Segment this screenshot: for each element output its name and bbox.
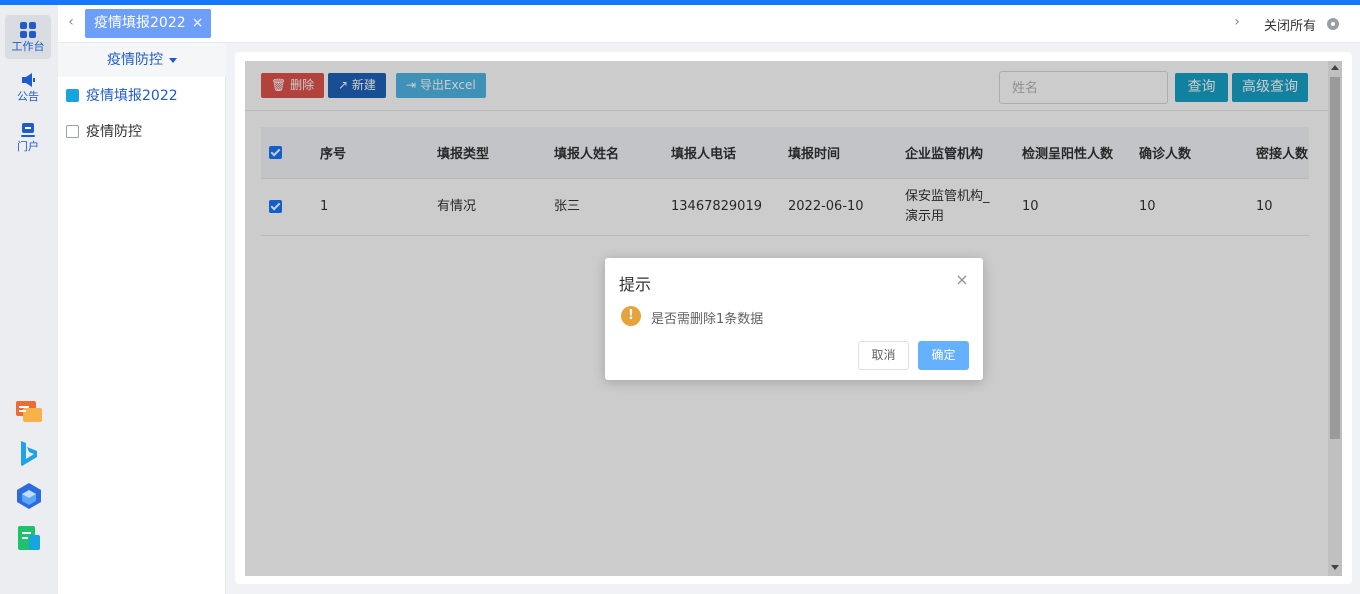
secondary-nav: 疫情防控 疫情填报2022 疫情防控 xyxy=(58,43,226,594)
doc-app-icon[interactable] xyxy=(14,523,44,553)
subnav-item-epidemic-report-2022[interactable]: 疫情填报2022 xyxy=(66,81,224,111)
portal-icon xyxy=(21,123,35,137)
chat-app-icon[interactable] xyxy=(14,397,44,427)
subnav-item-epidemic-control[interactable]: 疫情防控 xyxy=(66,117,224,147)
cube-app-icon[interactable] xyxy=(14,481,44,511)
confirm-button[interactable]: 确定 xyxy=(918,341,969,370)
tab-label: 疫情填报2022 xyxy=(94,15,186,31)
megaphone-icon xyxy=(22,73,35,87)
rail-item-workbench[interactable]: 工作台 xyxy=(5,15,51,59)
tab-scroll-left-icon[interactable]: ‹ xyxy=(64,14,78,34)
dialog-message: 是否需删除1条数据 xyxy=(651,312,764,327)
rail-item-label: 门户 xyxy=(17,140,39,153)
subnav-header-label: 疫情防控 xyxy=(107,52,163,68)
close-all-tabs-button[interactable]: 关闭所有 xyxy=(1264,15,1316,34)
document-icon xyxy=(66,125,79,138)
form-icon xyxy=(66,89,79,102)
rail-item-portal[interactable]: 门户 xyxy=(5,115,51,159)
tab-scroll-right-icon[interactable]: › xyxy=(1230,14,1244,34)
dialog-title: 提示 xyxy=(619,275,652,294)
rail-item-label: 公告 xyxy=(17,90,39,103)
settings-icon[interactable] xyxy=(1327,18,1339,30)
subnav-group-header[interactable]: 疫情防控 xyxy=(58,43,226,77)
caret-down-icon xyxy=(169,57,177,63)
rail-item-label: 工作台 xyxy=(11,40,45,53)
rail-item-notice[interactable]: 公告 xyxy=(5,65,51,109)
confirm-delete-dialog: 提示 × ! 是否需删除1条数据 取消 确定 xyxy=(605,258,983,380)
subnav-item-label: 疫情防控 xyxy=(86,124,142,140)
warning-icon: ! xyxy=(621,306,641,326)
close-icon[interactable]: × xyxy=(955,272,969,288)
cancel-button[interactable]: 取消 xyxy=(858,341,909,370)
subnav-item-label: 疫情填报2022 xyxy=(86,88,178,104)
grid-icon xyxy=(20,22,36,38)
tab-epidemic-report-2022[interactable]: 疫情填报2022 × xyxy=(85,9,212,38)
app-rail: 工作台 公告 门户 xyxy=(0,5,58,594)
bing-app-icon[interactable] xyxy=(14,439,44,469)
tab-bar: ‹ 疫情填报2022 × › 关闭所有 xyxy=(58,5,1360,43)
close-icon[interactable]: × xyxy=(192,15,204,31)
